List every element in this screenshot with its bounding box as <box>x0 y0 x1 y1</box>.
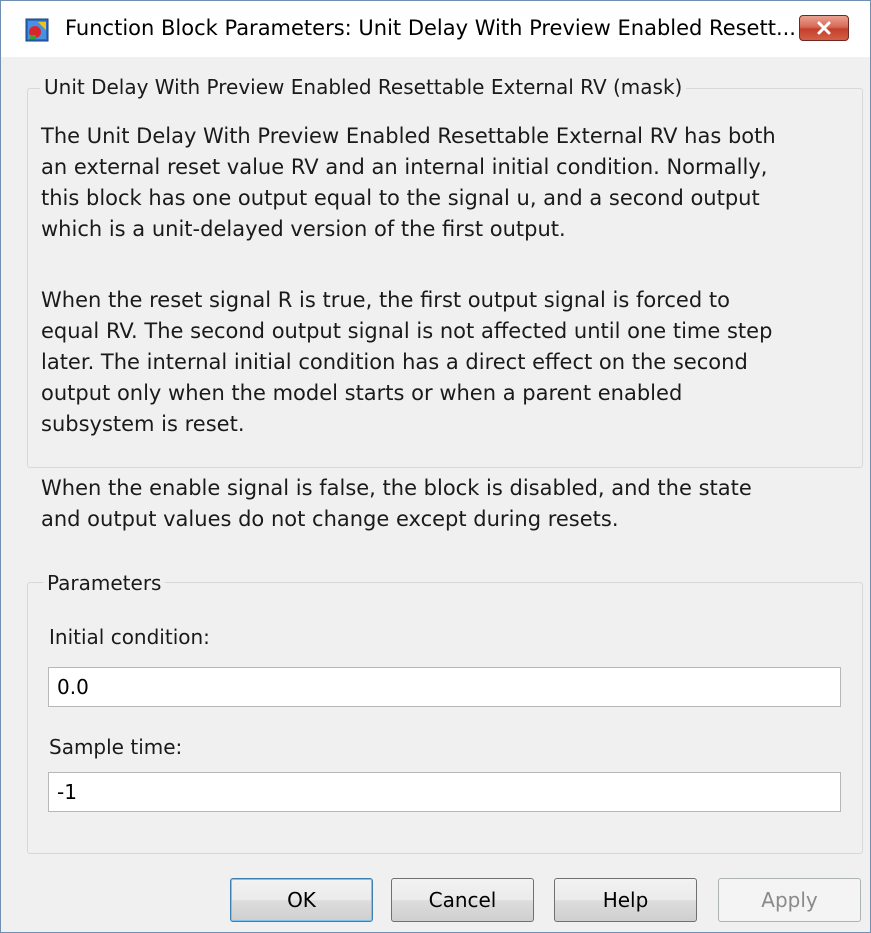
ok-button[interactable]: OK <box>230 878 373 922</box>
description-paragraph-2: When the reset signal R is true, the fir… <box>41 288 773 436</box>
initial-condition-field[interactable] <box>48 667 841 707</box>
sample-time-label: Sample time: <box>49 735 183 759</box>
window-title: Function Block Parameters: Unit Delay Wi… <box>65 16 796 40</box>
parameters-group <box>27 582 863 854</box>
close-icon <box>817 21 831 35</box>
parameters-group-title: Parameters <box>43 571 166 595</box>
sample-time-field[interactable] <box>48 772 841 812</box>
title-bar[interactable]: Function Block Parameters: Unit Delay Wi… <box>1 1 870 57</box>
description-paragraph-3: When the enable signal is false, the blo… <box>41 476 752 531</box>
initial-condition-label: Initial condition: <box>49 625 210 649</box>
mask-group-title: Unit Delay With Preview Enabled Resettab… <box>40 75 687 99</box>
cancel-button[interactable]: Cancel <box>391 878 534 922</box>
dialog-window: Function Block Parameters: Unit Delay Wi… <box>0 0 871 933</box>
description-paragraph-1: The Unit Delay With Preview Enabled Rese… <box>41 124 776 241</box>
help-button[interactable]: Help <box>554 878 697 922</box>
simulink-block-icon <box>25 18 49 42</box>
close-button[interactable] <box>799 15 849 41</box>
apply-button[interactable]: Apply <box>718 878 861 922</box>
